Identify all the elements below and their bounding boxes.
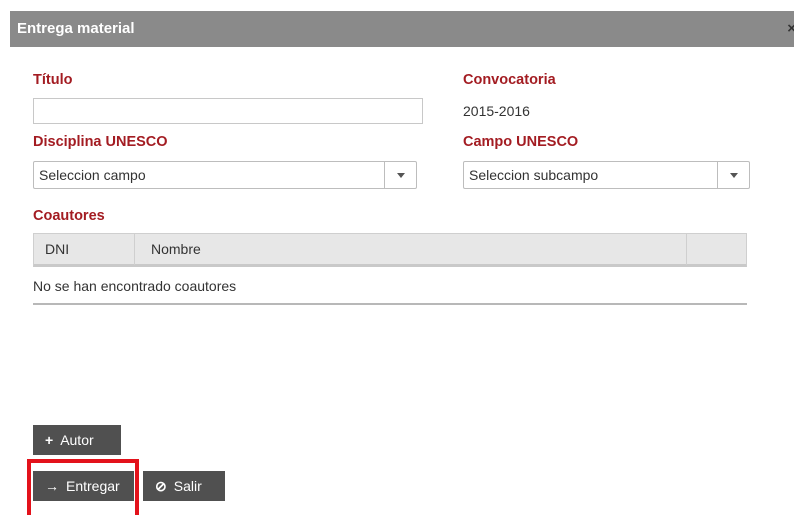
dialog-title: Entrega material bbox=[17, 20, 135, 37]
arrow-right-icon: → bbox=[45, 478, 59, 494]
disciplina-selected: Seleccion campo bbox=[39, 167, 146, 183]
column-header-nombre[interactable]: Nombre bbox=[135, 234, 687, 265]
titulo-label: Título bbox=[33, 72, 73, 88]
salir-label: Salir bbox=[173, 478, 202, 494]
campo-dropdown-button[interactable] bbox=[717, 162, 749, 188]
dialog-title-bar: Entrega material × bbox=[10, 11, 794, 47]
add-autor-button[interactable]: + Autor bbox=[33, 425, 121, 455]
chevron-down-icon bbox=[396, 172, 405, 178]
add-autor-label: Autor bbox=[60, 432, 94, 448]
titulo-input[interactable] bbox=[33, 98, 423, 124]
plus-icon: + bbox=[45, 432, 54, 448]
coautores-table: DNI Nombre No se han encontrado coautore… bbox=[33, 233, 747, 305]
disciplina-label: Disciplina UNESCO bbox=[33, 134, 168, 150]
chevron-down-icon bbox=[729, 172, 738, 178]
disciplina-dropdown-button[interactable] bbox=[384, 162, 416, 188]
convocatoria-value: 2015-2016 bbox=[463, 103, 530, 119]
convocatoria-label: Convocatoria bbox=[463, 72, 556, 88]
close-icon[interactable]: × bbox=[787, 11, 794, 47]
column-header-actions bbox=[687, 234, 747, 265]
table-header: DNI Nombre bbox=[33, 233, 747, 267]
dialog: Entrega material × Título Convocatoria 2… bbox=[0, 0, 794, 515]
salir-button[interactable]: ⊘ Salir bbox=[143, 471, 225, 501]
ban-icon: ⊘ bbox=[155, 477, 167, 494]
entregar-label: Entregar bbox=[66, 478, 120, 494]
entregar-button[interactable]: → Entregar bbox=[33, 471, 134, 501]
column-header-dni[interactable]: DNI bbox=[34, 234, 135, 265]
empty-message: No se han encontrado coautores bbox=[33, 267, 747, 305]
coautores-label: Coautores bbox=[33, 208, 105, 224]
campo-selected: Seleccion subcampo bbox=[469, 167, 599, 183]
campo-select[interactable]: Seleccion subcampo bbox=[463, 161, 750, 189]
campo-label: Campo UNESCO bbox=[463, 134, 579, 150]
disciplina-select[interactable]: Seleccion campo bbox=[33, 161, 417, 189]
